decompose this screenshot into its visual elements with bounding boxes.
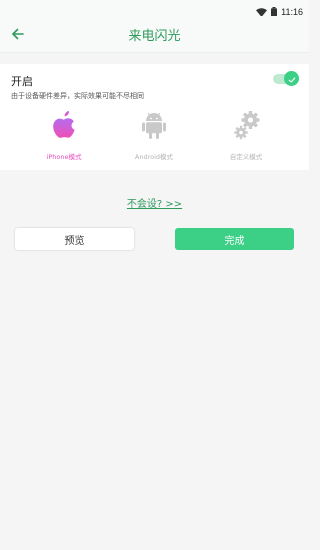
switch-thumb xyxy=(284,71,299,86)
app-bar: 来电闪光 xyxy=(0,16,309,53)
preview-button[interactable]: 预览 xyxy=(15,228,134,250)
done-button[interactable]: 完成 xyxy=(175,228,294,250)
mode-custom[interactable]: 自定义模式 xyxy=(211,110,281,166)
mode-android[interactable]: Android模式 xyxy=(119,110,189,166)
enable-switch[interactable] xyxy=(273,71,299,87)
toggle-description: 由于设备硬件差异，实际效果可能不尽相同 xyxy=(11,92,144,100)
mode-label: Android模式 xyxy=(134,153,174,161)
mode-label: iPhone模式 xyxy=(46,153,82,161)
mode-iphone[interactable]: iPhone模式 xyxy=(29,110,99,166)
help-link[interactable]: 不会设? >> xyxy=(0,195,309,210)
status-bar: 11:16 xyxy=(0,0,309,17)
mode-label: 自定义模式 xyxy=(229,153,263,161)
status-time: 11:16 xyxy=(281,6,303,17)
page-title: 来电闪光 xyxy=(128,29,181,44)
toggle-title: 开启 xyxy=(11,75,33,88)
gears-icon xyxy=(232,110,260,142)
check-icon xyxy=(288,69,296,88)
apple-icon xyxy=(50,110,78,142)
android-icon xyxy=(140,110,168,142)
